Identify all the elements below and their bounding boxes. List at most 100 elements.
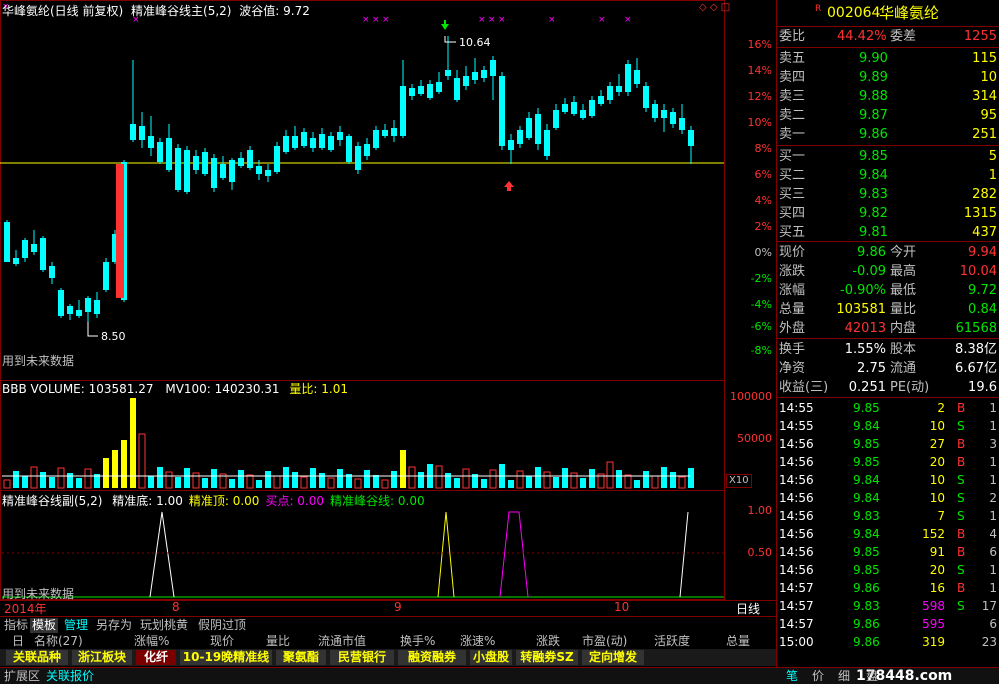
candle-body — [355, 146, 361, 170]
volume-bar — [354, 478, 362, 489]
column-header[interactable]: 涨速% — [460, 634, 495, 649]
volume-bar — [3, 479, 11, 489]
buy-level-row: 买五 9.81 437 — [777, 223, 999, 242]
sell-level-price: 9.88 — [859, 89, 888, 104]
stat-value: 0.251 — [848, 380, 886, 395]
tick-row: 15:00 9.86 319 23 — [777, 633, 999, 651]
sector-tab[interactable]: 融资融券 — [398, 650, 466, 665]
candle-body — [346, 136, 352, 162]
candle-body — [220, 164, 226, 178]
candle-body — [40, 238, 46, 270]
sector-tab[interactable]: 化纤 — [136, 650, 176, 665]
column-header[interactable]: 涨幅% — [134, 634, 169, 649]
sell-level-volume: 314 — [972, 89, 997, 104]
buy-level-label: 买五 — [779, 225, 806, 240]
buy-level-volume: 1315 — [963, 206, 997, 221]
candle-body — [517, 130, 523, 144]
tick-count: 1 — [989, 419, 997, 433]
candle-body — [670, 112, 676, 124]
signal-marker-icon: × — [598, 15, 606, 25]
tick-time: 14:56 — [779, 491, 814, 505]
bottom-right-tab[interactable]: 细 — [838, 668, 850, 684]
candle-body — [472, 72, 478, 80]
volume-bar — [526, 476, 532, 488]
volume-bar — [202, 478, 208, 488]
column-header[interactable]: 换手% — [400, 634, 435, 649]
tick-count: 2 — [989, 491, 997, 505]
tick-row: 14:56 9.83 7 S 1 — [777, 507, 999, 525]
sector-tab[interactable]: 小盘股 — [470, 650, 512, 665]
chart-area[interactable]: × × × × × × × × × × × 华峰氨纶(日线 前复权) 精准峰谷线主(5,2) 波谷值… — [0, 0, 776, 634]
column-header[interactable]: 涨跌 — [536, 634, 560, 649]
indicator-tab[interactable]: 另存为 — [94, 618, 134, 633]
column-header[interactable]: 现价 — [210, 634, 234, 649]
low-price-label: 8.50 — [101, 330, 126, 343]
indicator-tab[interactable]: 假阴过顶 — [196, 618, 248, 633]
sell-level-row: 卖四 9.89 10 — [777, 68, 999, 87]
sector-tab[interactable]: 转融券SZ — [516, 650, 578, 665]
sell-level-label: 卖三 — [779, 89, 806, 104]
candle-body — [661, 110, 667, 118]
bottom-right-tab[interactable]: 笔 — [786, 668, 798, 684]
tick-time: 14:56 — [779, 437, 814, 451]
tick-time: 14:56 — [779, 455, 814, 469]
candle-body — [373, 130, 379, 148]
tick-time: 15:00 — [779, 635, 814, 649]
candle-body — [544, 130, 550, 156]
volume-bar — [22, 476, 28, 488]
sector-tab[interactable]: 关联品种 — [6, 650, 68, 665]
candle-body — [337, 132, 343, 140]
column-header[interactable]: 市盈(动) — [582, 634, 627, 649]
tick-side: B — [957, 437, 966, 451]
volume-bar — [103, 458, 109, 488]
indicator-tab[interactable]: 管理 — [62, 618, 90, 633]
volume-bar — [661, 467, 667, 488]
candle-body — [85, 298, 91, 312]
volume-bar — [112, 450, 118, 488]
candle-body — [116, 164, 124, 298]
bottom-right-tab[interactable]: 价 — [812, 668, 824, 684]
column-header[interactable]: 总量 — [726, 634, 750, 649]
stat-value: -0.90% — [840, 283, 886, 298]
indicator-tab[interactable]: 模板 — [30, 618, 59, 633]
column-header[interactable]: 量比 — [266, 634, 290, 649]
column-header[interactable]: 活跃度 — [654, 634, 690, 649]
candle-body — [13, 258, 19, 264]
sector-tab[interactable]: 定向增发 — [582, 650, 644, 665]
weicha-value: 1255 — [963, 29, 997, 44]
stat-label: 今开 — [890, 245, 917, 260]
column-header[interactable]: 流通市值 — [318, 634, 366, 649]
period-label[interactable]: 日线 — [736, 600, 760, 617]
sector-tab[interactable]: 浙江板块 — [72, 650, 132, 665]
expand-tab[interactable]: 扩展区 — [4, 668, 40, 684]
candle-body — [526, 118, 532, 138]
related-quote-tab[interactable]: 关联报价 — [46, 668, 94, 684]
tick-row: 14:57 9.83 598 S 17 — [777, 597, 999, 615]
volume-bar — [634, 480, 640, 488]
candle-body — [238, 158, 244, 166]
signal-marker-icon: × — [382, 15, 390, 25]
indicator-tab[interactable]: 玩划桃黄 — [138, 618, 190, 633]
stat-value: 9.86 — [857, 245, 886, 260]
candle-body — [58, 290, 64, 316]
kline-canvas[interactable]: × × × × × × × × × ×× — [0, 0, 776, 616]
column-index: 日 — [12, 634, 25, 648]
sector-tab[interactable]: 民营银行 — [330, 650, 394, 665]
tick-time: 14:55 — [779, 401, 814, 415]
sell-level-row: 卖五 9.90 115 — [777, 49, 999, 68]
low-pointer — [87, 322, 98, 337]
sell-level-price: 9.86 — [859, 127, 888, 142]
bottom-right-tab[interactable]: 盘 — [866, 668, 878, 684]
column-header[interactable]: 名称(27) — [34, 634, 83, 649]
sector-tab[interactable]: 10-19晚精准线 — [180, 650, 272, 665]
main-y-tick: 12% — [747, 90, 772, 103]
volume-chart-frame — [0, 380, 725, 491]
tick-side: B — [957, 455, 966, 469]
indicator-tab[interactable]: 指标 — [2, 618, 30, 633]
tick-price: 9.86 — [853, 617, 880, 631]
sector-tab[interactable]: 聚氨酯 — [276, 650, 326, 665]
tick-count: 1 — [989, 401, 997, 415]
volume-bar — [130, 398, 136, 488]
main-y-tick: -2% — [750, 272, 772, 285]
sub-indicator-value: 精准峰谷线: 0.00 — [330, 494, 425, 508]
